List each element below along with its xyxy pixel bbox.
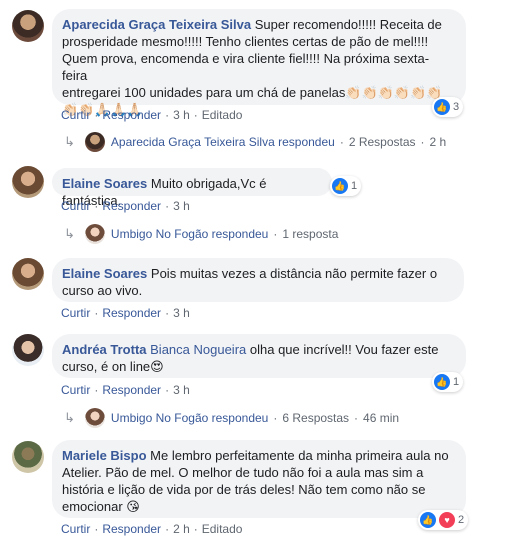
replies-author: Umbigo No Fogão respondeu bbox=[110, 227, 269, 241]
edited-label[interactable]: Editado bbox=[202, 522, 243, 536]
comment-author[interactable]: Elaine Soares bbox=[62, 176, 147, 191]
timestamp[interactable]: 3 h bbox=[173, 383, 190, 397]
avatar[interactable] bbox=[12, 10, 44, 42]
comment-author[interactable]: Elaine Soares bbox=[62, 266, 147, 281]
comment-meta: Curtir · Responder · 3 h bbox=[61, 383, 190, 397]
timestamp[interactable]: 3 h bbox=[173, 306, 190, 320]
reaction-count: 1 bbox=[453, 376, 460, 388]
reaction-summary[interactable]: 👍 3 bbox=[432, 97, 464, 117]
replies-link[interactable]: ↳ Aparecida Graça Teixeira Silva respond… bbox=[64, 132, 446, 152]
comment-author[interactable]: Mariele Bispo bbox=[62, 448, 147, 463]
avatar bbox=[84, 408, 105, 428]
replies-link[interactable]: ↳ Umbigo No Fogão respondeu · 1 resposta bbox=[64, 224, 338, 244]
comment-author[interactable]: Andréa Trotta bbox=[62, 342, 147, 357]
reaction-summary[interactable]: 👍 ♥ 2 bbox=[418, 510, 469, 530]
reaction-count: 1 bbox=[351, 180, 358, 192]
avatar[interactable] bbox=[12, 334, 44, 366]
like-button[interactable]: Curtir bbox=[61, 306, 90, 320]
avatar bbox=[84, 132, 105, 152]
reply-button[interactable]: Responder bbox=[102, 199, 161, 213]
like-button[interactable]: Curtir bbox=[61, 522, 90, 536]
comment-meta: Curtir · Responder · 3 h bbox=[61, 306, 190, 320]
reply-arrow-icon: ↳ bbox=[64, 134, 75, 149]
comment-text-line: curso ao vivo. bbox=[62, 283, 143, 298]
avatar bbox=[84, 224, 105, 244]
timestamp[interactable]: 2 h bbox=[173, 522, 190, 536]
replies-count: 2 Respostas bbox=[348, 135, 416, 149]
like-icon: 👍 bbox=[434, 99, 450, 115]
avatar[interactable] bbox=[12, 166, 44, 198]
comment-text-line: Super recomendo!!!!! Receita de bbox=[254, 17, 442, 32]
comment-bubble: Andréa Trotta Bianca Nogueira olha que i… bbox=[52, 334, 466, 378]
comment-text-line: curso, é on line😍 bbox=[62, 359, 164, 374]
reply-button[interactable]: Responder bbox=[102, 108, 161, 122]
comment-meta: Curtir · Responder · 3 h · Editado bbox=[61, 108, 243, 122]
replies-time: 46 min bbox=[363, 411, 400, 425]
replies-author: Aparecida Graça Teixeira Silva respondeu bbox=[110, 135, 335, 149]
like-button[interactable]: Curtir bbox=[61, 383, 90, 397]
avatar[interactable] bbox=[12, 258, 44, 290]
replies-author: Umbigo No Fogão respondeu bbox=[110, 411, 269, 425]
comment-bubble: Elaine Soares Pois muitas vezes a distân… bbox=[52, 258, 464, 302]
reply-arrow-icon: ↳ bbox=[64, 410, 75, 425]
tagged-user[interactable]: Bianca Nogueira bbox=[150, 342, 246, 357]
comment-text-line: Pois muitas vezes a distância não permit… bbox=[150, 266, 438, 281]
timestamp[interactable]: 3 h bbox=[173, 108, 190, 122]
comment-bubble: Aparecida Graça Teixeira Silva Super rec… bbox=[52, 9, 466, 117]
avatar[interactable] bbox=[12, 441, 44, 473]
like-button[interactable]: Curtir bbox=[61, 199, 90, 213]
love-icon: ♥ bbox=[439, 512, 455, 528]
like-button[interactable]: Curtir bbox=[61, 108, 90, 122]
comment-meta: Curtir · Responder · 3 h bbox=[61, 199, 190, 213]
comment-text-line: Me lembro perfeitamente da minha primeir… bbox=[150, 448, 449, 463]
reply-arrow-icon: ↳ bbox=[64, 226, 75, 241]
edited-label[interactable]: Editado bbox=[202, 108, 243, 122]
reaction-count: 3 bbox=[453, 101, 460, 113]
reply-button[interactable]: Responder bbox=[102, 383, 161, 397]
replies-link[interactable]: ↳ Umbigo No Fogão respondeu · 6 Resposta… bbox=[64, 408, 399, 428]
reply-button[interactable]: Responder bbox=[102, 522, 161, 536]
comment-text-line: entregarei 100 unidades para um chá de p… bbox=[62, 85, 443, 100]
replies-count: 6 Respostas bbox=[282, 411, 350, 425]
replies-time: 2 h bbox=[429, 135, 447, 149]
comment-text-line: Quem prova, encomenda e vira cliente fie… bbox=[62, 51, 430, 83]
comment-text-line: história e lição de vida por de trás del… bbox=[62, 482, 426, 497]
comment-text-line: olha que incrível!! Vou fazer este bbox=[249, 342, 439, 357]
comment-meta: Curtir · Responder · 2 h · Editado bbox=[61, 522, 243, 536]
reaction-count: 2 bbox=[458, 514, 465, 526]
reaction-summary[interactable]: 👍 1 bbox=[432, 372, 464, 392]
like-icon: 👍 bbox=[434, 374, 450, 390]
comment-author[interactable]: Aparecida Graça Teixeira Silva bbox=[62, 17, 251, 32]
comment-text-line: emocionar 😘 bbox=[62, 499, 140, 514]
timestamp[interactable]: 3 h bbox=[173, 199, 190, 213]
reply-button[interactable]: Responder bbox=[102, 306, 161, 320]
comment-bubble: Elaine Soares Muito obrigada,Vc é fantás… bbox=[52, 168, 332, 208]
like-icon: 👍 bbox=[420, 512, 436, 528]
reaction-summary[interactable]: 👍 1 bbox=[330, 176, 362, 196]
replies-count: 1 resposta bbox=[282, 227, 339, 241]
comment-text-line: prosperidade mesmo!!!!! Tenho clientes c… bbox=[62, 34, 429, 49]
like-icon: 👍 bbox=[332, 178, 348, 194]
comment-text-line: Atelier. Pão de mel. O melhor de tudo nã… bbox=[62, 465, 424, 480]
comment-bubble: Mariele Bispo Me lembro perfeitamente da… bbox=[52, 440, 466, 518]
